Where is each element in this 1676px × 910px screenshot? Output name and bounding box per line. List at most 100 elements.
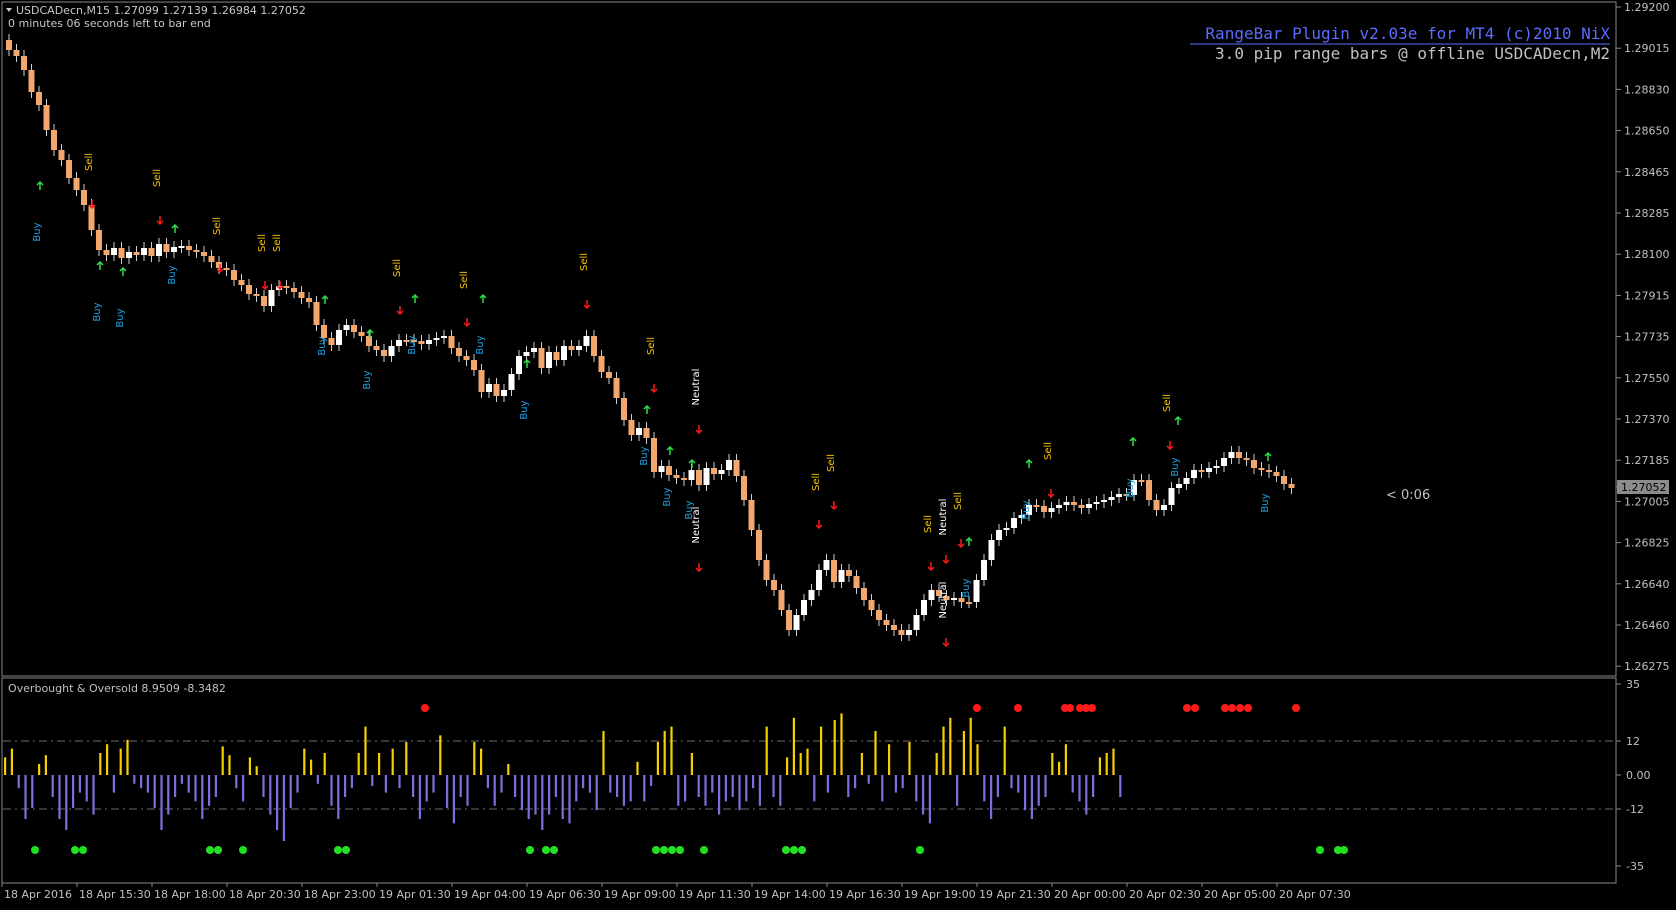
candle-body xyxy=(831,560,837,582)
candle-body xyxy=(1011,518,1017,528)
oversold-dot xyxy=(206,846,214,854)
candle-body xyxy=(726,460,732,470)
plugin-subtitle: 3.0 pip range bars @ offline USDCADecn,M… xyxy=(1215,44,1610,63)
candle-body xyxy=(921,600,927,615)
candle-body xyxy=(268,290,275,306)
candle-body xyxy=(1236,452,1242,458)
histogram-bar xyxy=(527,775,530,819)
plugin-title: RangeBar Plugin v2.03e for MT4 (c)2010 N… xyxy=(1205,24,1610,43)
price-tick-label: 1.28830 xyxy=(1624,83,1670,96)
histogram-bar xyxy=(371,775,374,786)
candle-body xyxy=(1258,468,1265,470)
histogram-bar xyxy=(412,775,415,797)
overbought-dot xyxy=(1228,704,1236,712)
histogram-bar xyxy=(894,775,897,793)
signal-label-buy: Buy xyxy=(115,308,126,327)
time-tick-label: 20 Apr 00:00 xyxy=(1054,888,1126,901)
time-tick-label: 20 Apr 02:30 xyxy=(1129,888,1201,901)
histogram-bar xyxy=(588,775,591,793)
candle-body xyxy=(478,370,485,392)
histogram-bar xyxy=(854,775,857,789)
price-tick-label: 1.29015 xyxy=(1624,42,1670,55)
histogram-bar xyxy=(276,775,279,830)
signal-label-neutral: Neutral xyxy=(938,582,949,619)
candle-body xyxy=(343,325,350,330)
histogram-bar xyxy=(962,731,965,775)
histogram-bar xyxy=(78,775,81,793)
histogram-bar xyxy=(439,735,442,775)
histogram-bar xyxy=(235,775,238,789)
candle-body xyxy=(1206,468,1212,472)
oversold-dot xyxy=(660,846,668,854)
candle-body xyxy=(958,598,965,602)
candle-body xyxy=(141,248,147,255)
signal-label-buy: Buy xyxy=(317,336,328,355)
histogram-bar xyxy=(31,775,34,808)
time-tick-label: 19 Apr 14:00 xyxy=(754,888,826,901)
candle-body xyxy=(1063,502,1070,505)
candle-body xyxy=(598,356,605,372)
price-tick-label: 1.27735 xyxy=(1624,331,1670,344)
price-tick-label: 1.29200 xyxy=(1624,1,1670,14)
candle-body xyxy=(868,600,875,610)
candle-body xyxy=(546,352,552,368)
histogram-bar xyxy=(928,775,931,824)
candle-body xyxy=(96,230,102,250)
candle-body xyxy=(193,250,200,252)
candle-body xyxy=(373,346,380,350)
oversold-dot xyxy=(214,846,222,854)
candle-body xyxy=(966,602,972,604)
histogram-bar xyxy=(956,775,959,806)
histogram-bar xyxy=(425,775,428,802)
histogram-bar xyxy=(874,731,877,775)
oversold-dot xyxy=(526,846,534,854)
candle-body xyxy=(103,250,110,255)
histogram-bar xyxy=(942,726,945,775)
histogram-bar xyxy=(507,764,510,775)
candle-body xyxy=(951,598,957,600)
candle-body xyxy=(666,466,672,475)
candle-body xyxy=(1071,502,1077,505)
histogram-bar xyxy=(160,775,163,830)
price-chart[interactable]: USDCADecn,M15 1.27099 1.27139 1.26984 1.… xyxy=(0,0,1676,906)
overbought-dot xyxy=(421,704,429,712)
candle-body xyxy=(1101,500,1107,502)
histogram-bar xyxy=(779,775,782,806)
candle-body xyxy=(673,475,680,478)
candle-body xyxy=(501,390,507,396)
histogram-bar xyxy=(996,775,999,797)
signal-label-buy: Buy xyxy=(519,400,530,419)
time-tick-label: 18 Apr 23:00 xyxy=(304,888,376,901)
candle-body xyxy=(591,336,597,356)
signal-label-buy: Buy xyxy=(662,487,673,506)
histogram-bar xyxy=(296,775,299,793)
histogram-bar xyxy=(738,775,741,811)
histogram-bar xyxy=(500,775,503,793)
signal-label-buy: Buy xyxy=(1125,478,1136,497)
candle-body xyxy=(178,246,185,248)
candle-body xyxy=(21,56,27,70)
candle-body xyxy=(1198,470,1205,472)
histogram-bar xyxy=(670,726,673,775)
histogram-bar xyxy=(432,775,435,793)
candle-body xyxy=(606,372,612,378)
histogram-bar xyxy=(847,775,850,797)
signal-label-buy: Buy xyxy=(407,335,418,354)
time-tick-label: 19 Apr 19:00 xyxy=(904,888,976,901)
candle-body xyxy=(1176,484,1182,488)
candle-body xyxy=(786,610,792,630)
histogram-bar xyxy=(514,775,517,797)
histogram-bar xyxy=(357,753,360,775)
histogram-bar xyxy=(24,775,27,819)
signal-label-neutral: Neutral xyxy=(691,507,702,544)
candle-body xyxy=(973,580,980,602)
time-tick-label: 20 Apr 07:30 xyxy=(1279,888,1351,901)
histogram-bar xyxy=(826,775,829,793)
histogram-bar xyxy=(711,775,714,793)
candle-body xyxy=(1281,476,1287,484)
time-tick-label: 18 Apr 2016 xyxy=(4,888,72,901)
histogram-bar xyxy=(833,720,836,775)
histogram-bar xyxy=(643,775,646,802)
histogram-bar xyxy=(242,775,245,802)
candle-body xyxy=(688,470,695,480)
